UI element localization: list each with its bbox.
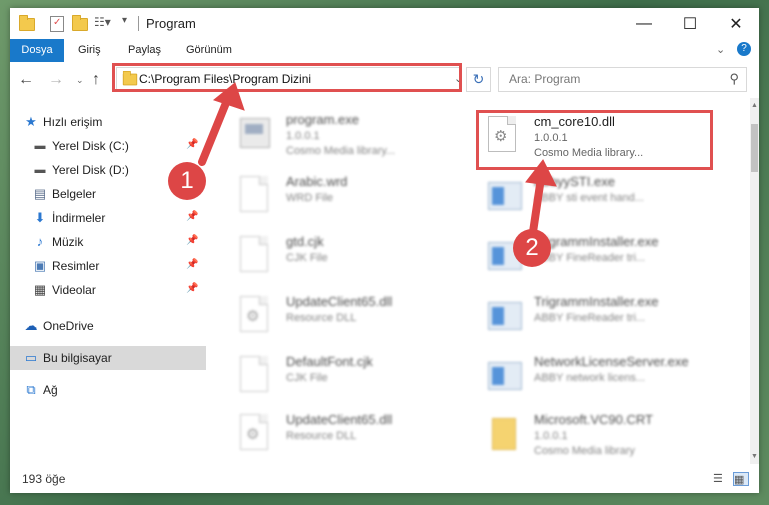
annotation-arrows <box>198 82 557 236</box>
step-2-badge: 2 <box>513 229 551 267</box>
step-1-badge: 1 <box>168 162 206 200</box>
arrow-2-head <box>525 159 557 187</box>
arrow-2 <box>529 174 545 236</box>
arrow-1 <box>198 94 232 166</box>
